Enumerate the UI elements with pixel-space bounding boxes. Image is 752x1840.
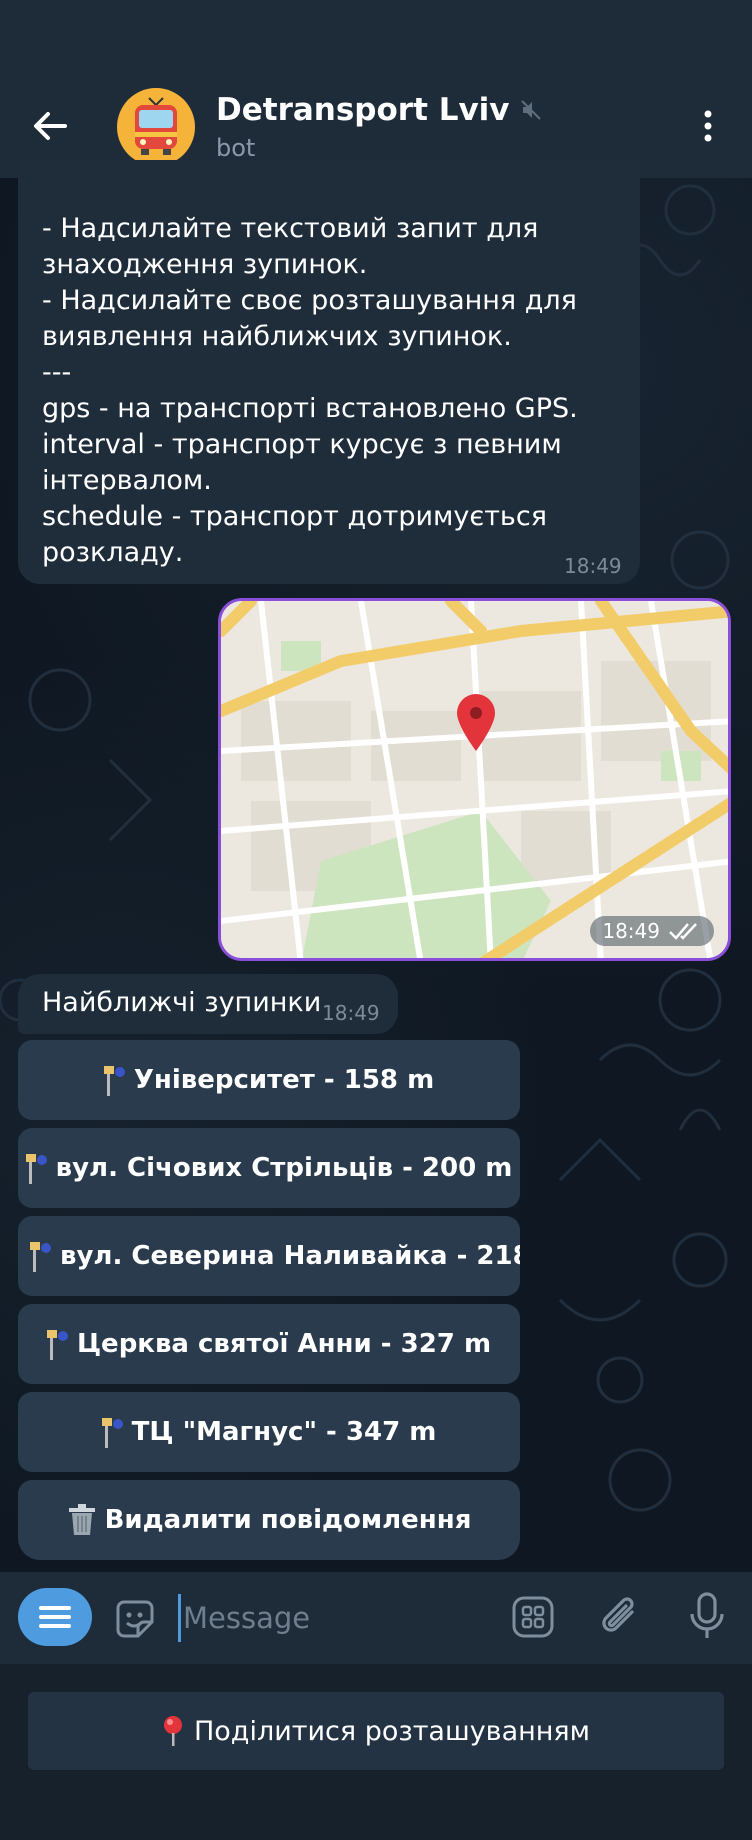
stop-button-label: ТЦ "Магнус" - 347 m xyxy=(131,1417,437,1447)
delete-message-label: Видалити повідомлення xyxy=(104,1505,472,1535)
muted-icon xyxy=(520,100,541,120)
stop-button-severyna-nalyvaika[interactable]: вул. Северина Наливайка - 218 m xyxy=(18,1216,520,1296)
microphone-icon xyxy=(690,1592,724,1638)
stop-button-tc-magnus[interactable]: ТЦ "Магнус" - 347 m xyxy=(18,1392,520,1472)
chat-subtitle: bot xyxy=(216,134,256,162)
stop-button-label: вул. Северина Наливайка - 218 m xyxy=(60,1241,520,1271)
sticker-button[interactable] xyxy=(112,1596,158,1642)
stop-button-sichovykh-striltsiv[interactable]: вул. Січових Стрільців - 200 m xyxy=(18,1128,520,1208)
bus-stop-icon xyxy=(25,1152,48,1184)
commands-grid-icon xyxy=(512,1596,554,1638)
bus-stop-icon xyxy=(46,1328,69,1360)
pin-icon xyxy=(162,1715,184,1747)
chat-header: Detransport Lviv bot xyxy=(0,0,752,178)
message-composer xyxy=(0,1572,752,1664)
location-message[interactable]: 18:49 xyxy=(218,598,731,961)
stop-button-label: Університет - 158 m xyxy=(133,1065,435,1095)
bot-avatar[interactable] xyxy=(117,88,195,166)
system-nav-area xyxy=(0,1794,752,1840)
share-location-button[interactable]: Поділитися розташуванням xyxy=(28,1692,724,1770)
bus-stop-icon xyxy=(101,1416,124,1448)
attach-button[interactable] xyxy=(598,1592,644,1642)
read-checkmarks-icon xyxy=(669,923,697,940)
voice-message-button[interactable] xyxy=(684,1590,730,1644)
delete-message-button[interactable]: Видалити повідомлення xyxy=(18,1480,520,1560)
message-input[interactable] xyxy=(178,1594,498,1642)
menu-icon xyxy=(39,1606,71,1628)
tram-icon xyxy=(135,97,177,155)
reply-keyboard: Поділитися розташуванням xyxy=(0,1664,752,1794)
help-message-text: - Надсилайте текстовий запит для знаходж… xyxy=(42,213,578,568)
location-time-text: 18:49 xyxy=(602,919,660,943)
stop-button-tserkva-sviatoi-anny[interactable]: Церква святої Анни - 327 m xyxy=(18,1304,520,1384)
stop-button-label: вул. Січових Стрільців - 200 m xyxy=(55,1153,513,1183)
nearest-stops-time: 18:49 xyxy=(322,1001,380,1025)
chat-title[interactable]: Detransport Lviv xyxy=(216,92,542,128)
back-arrow-icon xyxy=(34,112,67,140)
sticker-icon xyxy=(116,1600,154,1638)
help-message-time: 18:49 xyxy=(564,554,622,578)
bus-stop-icon xyxy=(30,1240,52,1272)
share-location-label: Поділитися розташуванням xyxy=(193,1715,591,1747)
more-vertical-icon xyxy=(704,110,712,142)
trash-icon xyxy=(67,1504,97,1536)
back-button[interactable] xyxy=(28,104,72,148)
stop-button-label: Церква святої Анни - 327 m xyxy=(76,1329,492,1359)
more-options-button[interactable] xyxy=(690,104,726,148)
stop-button-universytet[interactable]: Університет - 158 m xyxy=(18,1040,520,1120)
chat-title-text: Detransport Lviv xyxy=(216,92,510,128)
nearest-stops-text: Найближчі зупинки xyxy=(42,987,322,1018)
bus-stop-icon xyxy=(103,1064,126,1096)
commands-button[interactable] xyxy=(510,1594,556,1640)
location-message-time: 18:49 xyxy=(590,916,714,946)
bot-menu-button[interactable] xyxy=(18,1588,92,1646)
paperclip-icon xyxy=(602,1597,634,1632)
map-preview xyxy=(221,601,728,958)
